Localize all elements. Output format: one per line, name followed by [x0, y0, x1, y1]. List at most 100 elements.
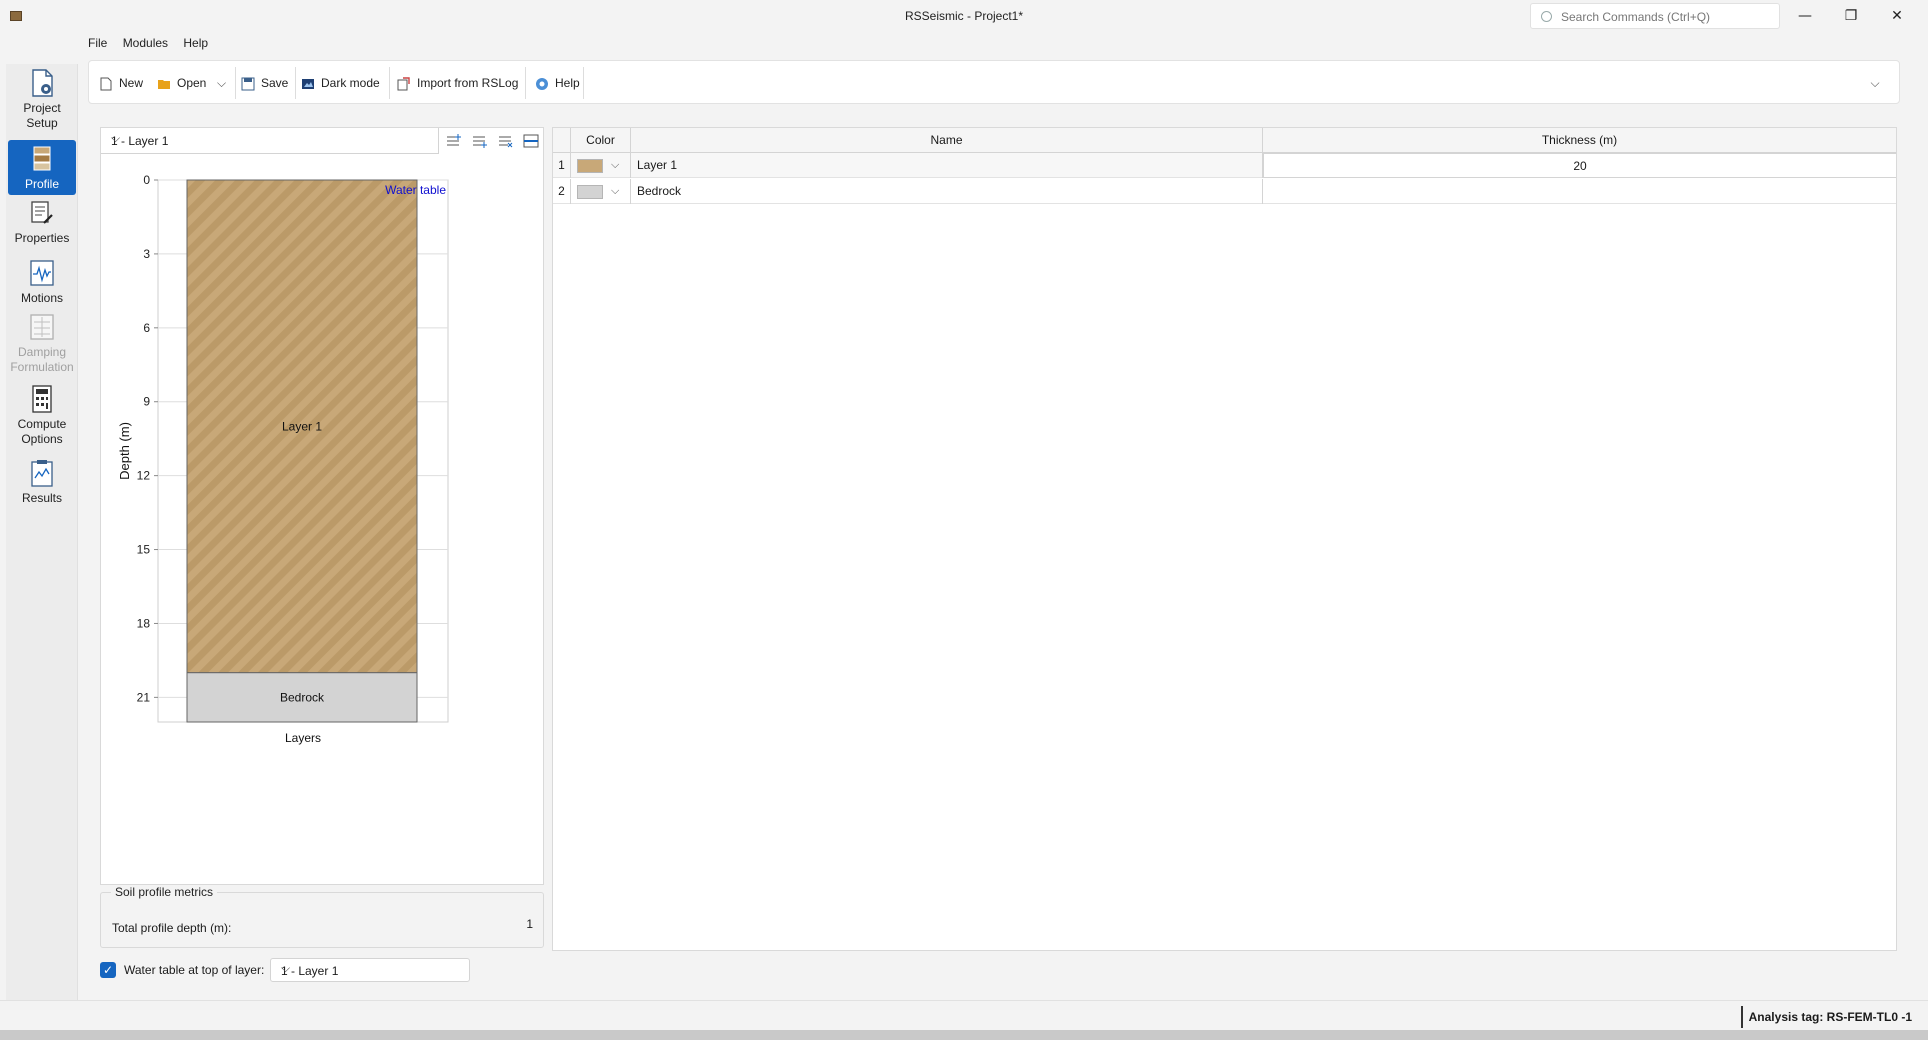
search-icon	[1541, 11, 1552, 22]
table-row[interactable]: 2 ⌵ Bedrock	[553, 179, 1896, 204]
thickness-cell[interactable]: 20	[1263, 153, 1896, 178]
folder-icon	[158, 79, 170, 89]
total-depth-label: Total profile depth (m):	[112, 921, 232, 935]
rail-item-profile[interactable]: Profile	[8, 140, 76, 195]
rail-item-damping-formulation[interactable]: Damping Formulation	[8, 312, 76, 375]
rail-item-motions[interactable]: Motions	[8, 258, 76, 306]
rail-label: Properties	[14, 231, 70, 245]
rail-label: Setup	[26, 116, 58, 130]
thickness-column-header[interactable]: Thickness (m)	[1263, 128, 1896, 153]
soil-profile-metrics-group: Soil profile metrics Total profile depth…	[100, 885, 544, 948]
water-table-checkbox[interactable]: ✓	[100, 962, 116, 978]
insert-layer-above-icon[interactable]	[445, 133, 461, 149]
open-button[interactable]: Open	[157, 72, 206, 94]
thickness-cell[interactable]	[1263, 179, 1896, 204]
open-dropdown-chevron-icon[interactable]: ⌵	[217, 72, 226, 94]
y-tick-label: 9	[143, 395, 150, 409]
rail-item-properties[interactable]: Properties	[8, 198, 76, 246]
water-table-label: Water table at top of layer:	[124, 963, 265, 977]
chevron-down-icon: ⌵	[281, 961, 291, 975]
rail-label: Motions	[20, 291, 64, 305]
motions-icon	[30, 260, 54, 286]
module-rail: Project Setup Profile Properties Motions…	[6, 64, 78, 1000]
soil-profile-chart: 0 3 6 9 12 15 18 21 Layer 1 Bedrock Water table Dep…	[101, 156, 543, 856]
minimize-button[interactable]: —	[1782, 0, 1828, 32]
chevron-down-icon[interactable]: ⌵	[611, 153, 619, 178]
command-search-input[interactable]	[1561, 8, 1771, 26]
color-column-header[interactable]: Color	[571, 128, 631, 153]
y-tick-label: 15	[137, 543, 151, 557]
toolbar-separator	[295, 67, 296, 99]
color-cell[interactable]: ⌵	[571, 153, 631, 178]
chevron-down-icon[interactable]: ⌵	[611, 179, 619, 204]
help-icon	[536, 77, 548, 90]
help-button[interactable]: Help	[535, 72, 580, 94]
save-button[interactable]: Save	[241, 72, 288, 94]
maximize-button[interactable]: ❐	[1828, 0, 1874, 32]
row-index-header	[553, 128, 571, 153]
new-button[interactable]: New	[99, 72, 143, 94]
y-tick-label: 12	[137, 469, 151, 483]
import-label: Import from RSLog	[417, 76, 519, 90]
toolbar-separator	[583, 67, 584, 99]
import-rslog-button[interactable]: Import from RSLog	[397, 72, 518, 94]
y-tick-label: 18	[137, 616, 151, 630]
collapse-chevron-icon[interactable]: ⌵	[1865, 73, 1885, 93]
rail-label: Options	[21, 432, 63, 446]
y-tick-label: 21	[137, 690, 151, 704]
bottom-strip	[0, 1030, 1928, 1040]
menu-modules[interactable]: Modules	[123, 36, 168, 50]
title-bar: RSSeismic - Project1* — ❐ ✕	[0, 0, 1928, 32]
open-label: Open	[177, 76, 207, 90]
x-axis-label: Layers	[285, 731, 321, 745]
dark-mode-icon	[302, 78, 314, 89]
menu-help[interactable]: Help	[183, 36, 208, 50]
command-search[interactable]	[1530, 3, 1780, 29]
name-cell[interactable]: Bedrock	[631, 179, 1263, 204]
metrics-title: Soil profile metrics	[111, 885, 218, 899]
layers-table: Color Name Thickness (m) 1 ⌵ Layer 1 20 …	[552, 127, 1897, 951]
name-cell[interactable]: Layer 1	[631, 153, 1263, 178]
save-label: Save	[261, 76, 289, 90]
import-icon	[397, 77, 410, 91]
split-layer-icon[interactable]	[523, 133, 539, 149]
menu-file[interactable]: File	[88, 36, 107, 50]
layer-label: Layer 1	[282, 419, 322, 433]
y-tick-label: 6	[143, 321, 150, 335]
new-file-icon	[100, 77, 112, 91]
results-icon	[31, 460, 53, 487]
rail-item-compute-options[interactable]: Compute Options	[8, 384, 76, 447]
water-table-label: Water table	[385, 183, 446, 197]
layer-selector[interactable]: 1 - Layer 1 ⌵	[101, 128, 439, 154]
properties-icon	[31, 201, 53, 224]
table-row[interactable]: 1 ⌵ Layer 1 20	[553, 153, 1896, 178]
y-axis-label: Depth (m)	[117, 422, 132, 480]
status-bar: Analysis tag: RS-FEM-TL0 -1	[0, 1000, 1928, 1030]
toolbar-separator	[235, 67, 236, 99]
project-setup-icon	[32, 69, 53, 97]
rail-item-results[interactable]: Results	[8, 458, 76, 506]
rail-label: Damping	[17, 345, 67, 359]
rail-label: Project	[23, 101, 61, 115]
total-depth-value: 1	[526, 917, 533, 931]
toolbar: New Open ⌵ Save Dark mode Import from RS…	[88, 60, 1900, 104]
y-tick-label: 3	[143, 247, 150, 261]
insert-layer-below-icon[interactable]	[471, 133, 487, 149]
delete-layer-icon[interactable]	[497, 133, 513, 149]
color-swatch	[577, 185, 603, 199]
profile-panel: 1 - Layer 1 ⌵ 0 3 6 9 12 15 18 21 Layer 1 Bedrock…	[100, 127, 544, 885]
analysis-tag: Analysis tag: RS-FEM-TL0 -1	[1740, 1006, 1912, 1028]
rail-label: Formulation	[10, 360, 74, 374]
color-cell[interactable]: ⌵	[571, 179, 631, 204]
rail-label: Results	[21, 491, 62, 505]
row-index: 2	[553, 179, 571, 204]
rail-item-project-setup[interactable]: Project Setup	[8, 68, 76, 131]
close-button[interactable]: ✕	[1874, 0, 1920, 32]
compute-icon	[32, 385, 52, 413]
help-label: Help	[555, 76, 580, 90]
dark-mode-button[interactable]: Dark mode	[301, 72, 380, 94]
water-table-layer-select[interactable]: 1 - Layer 1 ⌵	[270, 958, 470, 982]
name-column-header[interactable]: Name	[631, 128, 1263, 153]
dark-mode-label: Dark mode	[321, 76, 380, 90]
soil-profile-svg: 0 3 6 9 12 15 18 21 Layer 1 Bedrock Water table Dep…	[117, 173, 449, 745]
